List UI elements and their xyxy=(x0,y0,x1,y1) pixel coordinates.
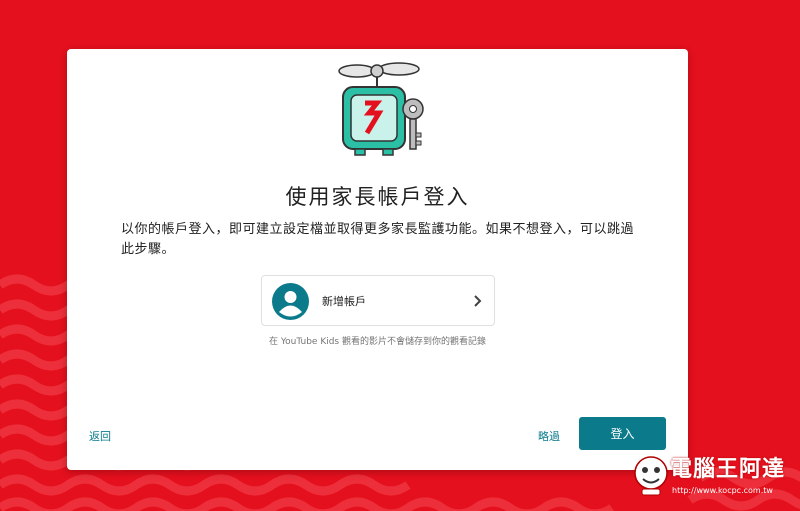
account-circle-icon xyxy=(272,283,309,320)
watch-history-note: 在 YouTube Kids 觀看的影片不會儲存到你的觀看記錄 xyxy=(269,337,486,347)
add-account-option[interactable]: 新增帳戶 xyxy=(261,275,495,326)
watermark-url: http://www.kocpc.com.tw xyxy=(672,486,773,495)
skip-button[interactable]: 略過 xyxy=(538,428,560,444)
parent-signin-dialog: 使用家長帳戶登入 以你的帳戶登入，即可建立設定檔並取得更多家長監護功能。如果不想… xyxy=(67,49,688,470)
add-account-label: 新增帳戶 xyxy=(322,295,366,308)
signin-button[interactable]: 登入 xyxy=(579,417,666,450)
site-watermark: 電腦王阿達 http://www.kocpc.com.tw xyxy=(632,449,798,505)
back-button[interactable]: 返回 xyxy=(89,428,111,444)
watermark-text: 電腦王阿達 xyxy=(670,457,786,482)
signin-description: 以你的帳戶登入，即可建立設定檔並取得更多家長監護功能。如果不想登入，可以跳過此步… xyxy=(121,222,635,257)
mascot-logo-icon xyxy=(634,456,668,496)
chevron-right-icon xyxy=(474,295,482,307)
robot-key-illustration-icon xyxy=(338,62,424,156)
page-title: 使用家長帳戶登入 xyxy=(285,185,470,209)
